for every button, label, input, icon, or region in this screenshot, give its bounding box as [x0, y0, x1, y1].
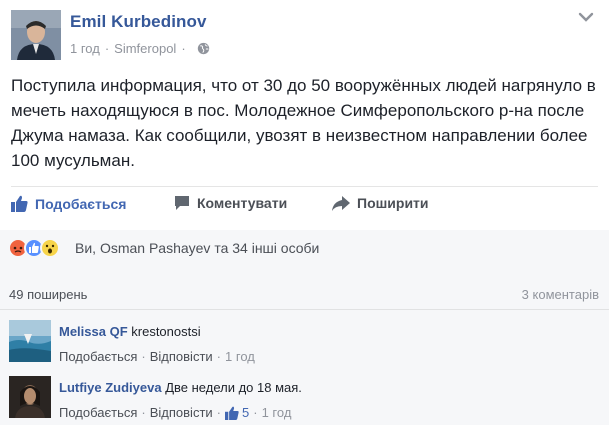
- post-actions: Подобається Коментувати Поширити: [11, 190, 601, 220]
- comments-count[interactable]: 3 коментарів: [522, 287, 599, 302]
- separator: ·: [216, 405, 222, 420]
- reaction-icons[interactable]: [8, 238, 60, 258]
- comment-reply-link[interactable]: Відповісти: [150, 349, 213, 364]
- comment-button[interactable]: Коментувати: [174, 195, 287, 211]
- separator: ·: [216, 349, 222, 364]
- comment-time[interactable]: 1 год: [225, 349, 255, 364]
- reactions-summary[interactable]: Ви, Osman Pashayev та 34 інші особи: [75, 240, 319, 256]
- author-name[interactable]: Emil Kurbedinov: [70, 12, 207, 32]
- comment-time[interactable]: 1 год: [262, 405, 292, 420]
- post-location[interactable]: Simferopol: [114, 41, 176, 56]
- like-label: Подобається: [35, 195, 127, 212]
- thumbs-up-icon: [225, 406, 239, 420]
- comment-label: Коментувати: [197, 195, 288, 211]
- post-meta: 1 год · Simferopol ·: [70, 41, 210, 56]
- post-text: Поступила информация, что от 30 до 50 во…: [11, 76, 596, 170]
- separator: ·: [141, 405, 146, 420]
- wow-icon: [40, 238, 60, 258]
- meta-separator-2: ·: [181, 41, 186, 56]
- comment-actions: Подобається · Відповісти · 5 · 1 год: [59, 405, 599, 420]
- post-time[interactable]: 1 год: [70, 41, 100, 56]
- comment-icon: [175, 196, 189, 210]
- commenter-avatar[interactable]: [9, 320, 51, 362]
- commenter-name[interactable]: Melissa QF: [59, 324, 128, 339]
- like-count: 5: [242, 405, 250, 420]
- share-label: Поширити: [357, 195, 429, 211]
- comment-text-line: Lutfiye Zudiyeva Две недели до 18 мая.: [59, 380, 599, 396]
- comment-body: Lutfiye Zudiyeva Две недели до 18 мая. П…: [59, 380, 599, 420]
- chevron-down-icon[interactable]: [577, 10, 595, 24]
- separator: ·: [141, 349, 146, 364]
- comment-body: Melissa QF krestonostsi Подобається · Ві…: [59, 324, 599, 364]
- like-button[interactable]: Подобається: [11, 195, 126, 212]
- post-stats: 49 поширень 3 коментарів: [0, 267, 609, 310]
- meta-separator: ·: [104, 41, 110, 56]
- thumbs-up-icon: [11, 195, 28, 212]
- globe-icon[interactable]: [197, 42, 210, 55]
- comment-like-count[interactable]: 5: [225, 405, 249, 420]
- author-avatar[interactable]: [11, 10, 61, 60]
- comment-actions: Подобається · Відповісти · 1 год: [59, 349, 599, 364]
- share-icon: [332, 195, 350, 211]
- comment-text: Две недели до 18 мая.: [165, 380, 302, 395]
- divider: [11, 186, 598, 187]
- separator: ·: [253, 405, 258, 420]
- commenter-name[interactable]: Lutfiye Zudiyeva: [59, 380, 162, 395]
- reactions-bar: Ви, Osman Pashayev та 34 інші особи: [0, 230, 609, 267]
- comment-like-link[interactable]: Подобається: [59, 349, 137, 364]
- comment-reply-link[interactable]: Відповісти: [150, 405, 213, 420]
- facebook-post: Emil Kurbedinov 1 год · Simferopol · Пос…: [0, 0, 609, 425]
- share-button[interactable]: Поширити: [332, 195, 429, 211]
- comments-section: Melissa QF krestonostsi Подобається · Ві…: [0, 310, 609, 425]
- shares-count[interactable]: 49 поширень: [9, 287, 87, 302]
- commenter-avatar[interactable]: [9, 376, 51, 418]
- comment-like-link[interactable]: Подобається: [59, 405, 137, 420]
- comment-text: krestonostsi: [131, 324, 201, 339]
- comment-text-line: Melissa QF krestonostsi: [59, 324, 599, 340]
